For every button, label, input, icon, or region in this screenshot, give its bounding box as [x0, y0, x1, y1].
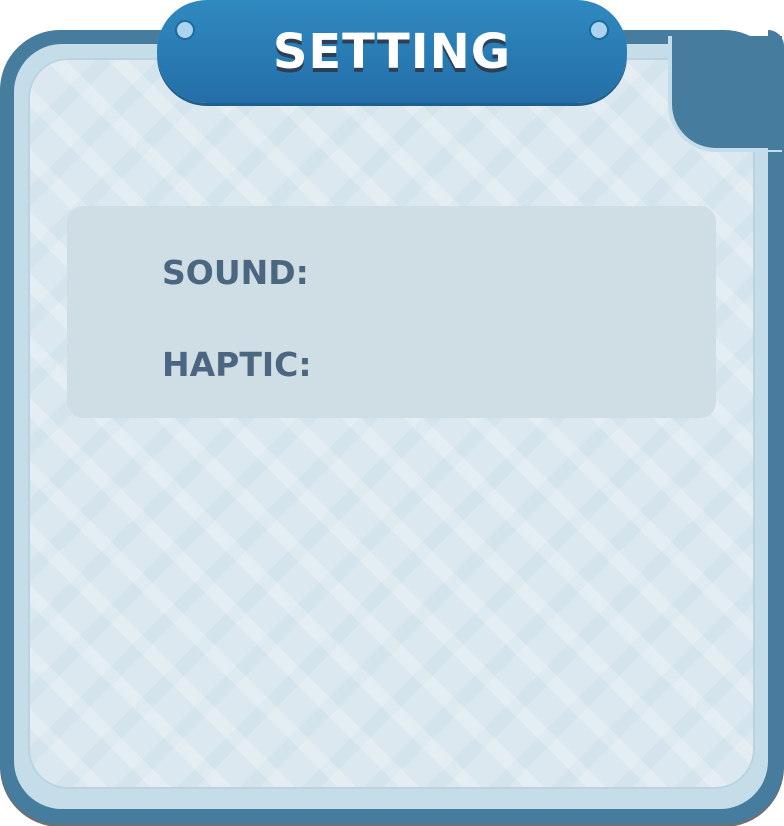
panel-corner-edge	[768, 30, 784, 150]
settings-options-box: SOUND: HAPTIC:	[67, 206, 716, 418]
sound-label: SOUND:	[162, 253, 309, 292]
settings-screen: SETTING SOUND: HAPTIC:	[0, 0, 784, 826]
panel-corner-notch	[668, 36, 782, 152]
panel-title: SETTING	[272, 23, 512, 80]
haptic-label: HAPTIC:	[162, 345, 312, 384]
rivet-icon	[177, 22, 193, 38]
title-banner: SETTING	[157, 0, 627, 103]
rivet-icon	[591, 22, 607, 38]
settings-panel	[28, 58, 755, 789]
